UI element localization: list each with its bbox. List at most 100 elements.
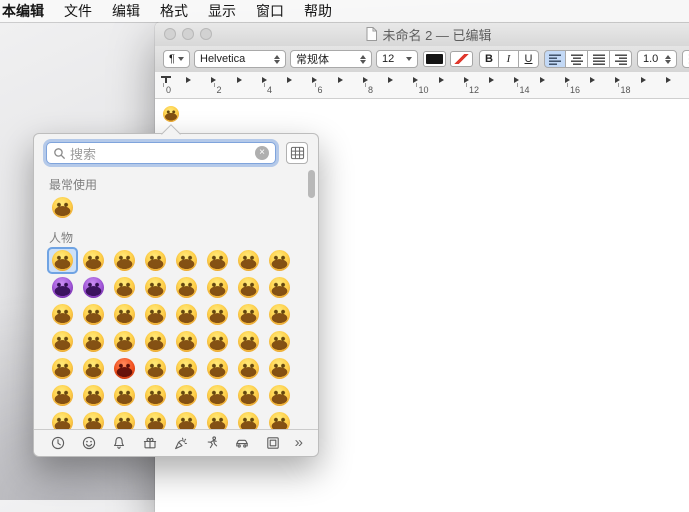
emoji-cell[interactable] [78, 301, 109, 328]
emoji-cell[interactable] [78, 274, 109, 301]
font-style-select[interactable]: 常规体 [290, 50, 372, 68]
emoji-cell[interactable] [233, 409, 264, 430]
emoji-cell[interactable] [47, 382, 78, 409]
font-size-select[interactable]: 12 [376, 50, 418, 68]
emoji-cell[interactable] [202, 382, 233, 409]
party-popper-category-button[interactable] [172, 434, 190, 452]
tab-stop-marker[interactable] [388, 77, 393, 83]
align-justify-button[interactable] [588, 50, 610, 68]
emoji-cell[interactable] [78, 328, 109, 355]
emoji-cell[interactable] [264, 274, 295, 301]
emoji-cell[interactable] [202, 274, 233, 301]
tab-stop-marker[interactable] [489, 77, 494, 83]
title-bar[interactable]: 未命名 2 — 已编辑 [155, 22, 689, 47]
emoji-cell[interactable] [47, 355, 78, 382]
text-color-well[interactable] [423, 51, 446, 67]
emoji-cell[interactable] [140, 409, 171, 430]
emoji-cell[interactable] [233, 382, 264, 409]
emoji-cell[interactable] [233, 247, 264, 274]
menu-item-6[interactable]: 帮助 [294, 0, 342, 22]
emoji-cell[interactable] [140, 274, 171, 301]
emoji-cell[interactable] [140, 247, 171, 274]
emoji-cell[interactable] [109, 247, 140, 274]
emoji-cell[interactable] [202, 247, 233, 274]
bold-button[interactable]: B [479, 50, 499, 68]
emoji-cell[interactable] [171, 301, 202, 328]
tab-stop-marker[interactable] [312, 77, 317, 83]
list-style-select[interactable] [682, 50, 689, 68]
emoji-cell[interactable] [109, 301, 140, 328]
emoji-cell[interactable] [264, 355, 295, 382]
menu-item-3[interactable]: 格式 [150, 0, 198, 22]
emoji-cell[interactable] [109, 274, 140, 301]
tab-stop-marker[interactable] [363, 77, 368, 83]
align-center-button[interactable] [566, 50, 588, 68]
tab-stop-marker[interactable] [666, 77, 671, 83]
emoji-cell[interactable] [140, 301, 171, 328]
emoji-cell[interactable] [78, 355, 109, 382]
tab-stop-marker[interactable] [413, 77, 418, 83]
emoji-cell[interactable] [78, 409, 109, 430]
more-categories-button[interactable]: » [295, 434, 303, 452]
clear-search-button[interactable]: × [255, 146, 269, 160]
emoji-cell[interactable] [140, 382, 171, 409]
smiley-category-button[interactable] [80, 434, 98, 452]
character-viewer-toggle-button[interactable] [286, 142, 308, 164]
emoji-cell[interactable] [264, 409, 295, 430]
align-left-button[interactable] [544, 50, 566, 68]
emoji-cell[interactable] [233, 328, 264, 355]
paragraph-styles-button[interactable]: ¶ [163, 50, 190, 68]
menu-item-1[interactable]: 文件 [54, 0, 102, 22]
tab-stop-marker[interactable] [338, 77, 343, 83]
menu-item-2[interactable]: 编辑 [102, 0, 150, 22]
line-spacing-select[interactable]: 1.0 [637, 50, 677, 68]
emoji-cell[interactable] [171, 355, 202, 382]
tab-stop-marker[interactable] [237, 77, 242, 83]
emoji-cell[interactable] [171, 328, 202, 355]
bell-category-button[interactable] [110, 434, 128, 452]
emoji-cell[interactable] [264, 247, 295, 274]
emoji-cell[interactable] [233, 301, 264, 328]
emoji-cell[interactable] [233, 274, 264, 301]
emoji-cell[interactable] [264, 382, 295, 409]
emoji-cell[interactable] [78, 382, 109, 409]
emoji-cell[interactable] [233, 355, 264, 382]
underline-button[interactable]: U [519, 50, 539, 68]
gift-category-button[interactable] [141, 434, 159, 452]
align-right-button[interactable] [610, 50, 632, 68]
emoji-cell[interactable] [109, 355, 140, 382]
emoji-cell[interactable] [47, 274, 78, 301]
tab-stop-marker[interactable] [262, 77, 267, 83]
tab-stop-marker[interactable] [439, 77, 444, 83]
car-category-button[interactable] [233, 434, 251, 452]
tab-stop-marker[interactable] [565, 77, 570, 83]
emoji-cell[interactable] [47, 409, 78, 430]
emoji-cell[interactable] [264, 301, 295, 328]
indent-marker[interactable] [161, 76, 171, 83]
emoji-cell[interactable] [140, 328, 171, 355]
emoji-cell[interactable] [171, 274, 202, 301]
search-input[interactable]: 搜索 × [46, 142, 276, 164]
emoji-cell[interactable] [140, 355, 171, 382]
italic-button[interactable]: I [499, 50, 519, 68]
emoji-cell[interactable] [171, 409, 202, 430]
emoji-cell[interactable] [171, 382, 202, 409]
tab-stop-marker[interactable] [186, 77, 191, 83]
tab-stop-marker[interactable] [464, 77, 469, 83]
frame-category-button[interactable] [264, 434, 282, 452]
runner-category-button[interactable] [203, 434, 221, 452]
emoji-cell[interactable] [109, 328, 140, 355]
tab-stop-marker[interactable] [615, 77, 620, 83]
emoji-cell[interactable] [47, 301, 78, 328]
tab-stop-marker[interactable] [641, 77, 646, 83]
menu-item-5[interactable]: 窗口 [246, 0, 294, 22]
ruler[interactable]: 024681012141618 [155, 72, 689, 99]
emoji-cell[interactable] [109, 382, 140, 409]
tab-stop-marker[interactable] [540, 77, 545, 83]
font-family-select[interactable]: Helvetica [194, 50, 286, 68]
emoji-cell[interactable] [202, 301, 233, 328]
tab-stop-marker[interactable] [514, 77, 519, 83]
tab-stop-marker[interactable] [590, 77, 595, 83]
emoji-cell[interactable] [202, 409, 233, 430]
emoji-cell[interactable] [47, 328, 78, 355]
